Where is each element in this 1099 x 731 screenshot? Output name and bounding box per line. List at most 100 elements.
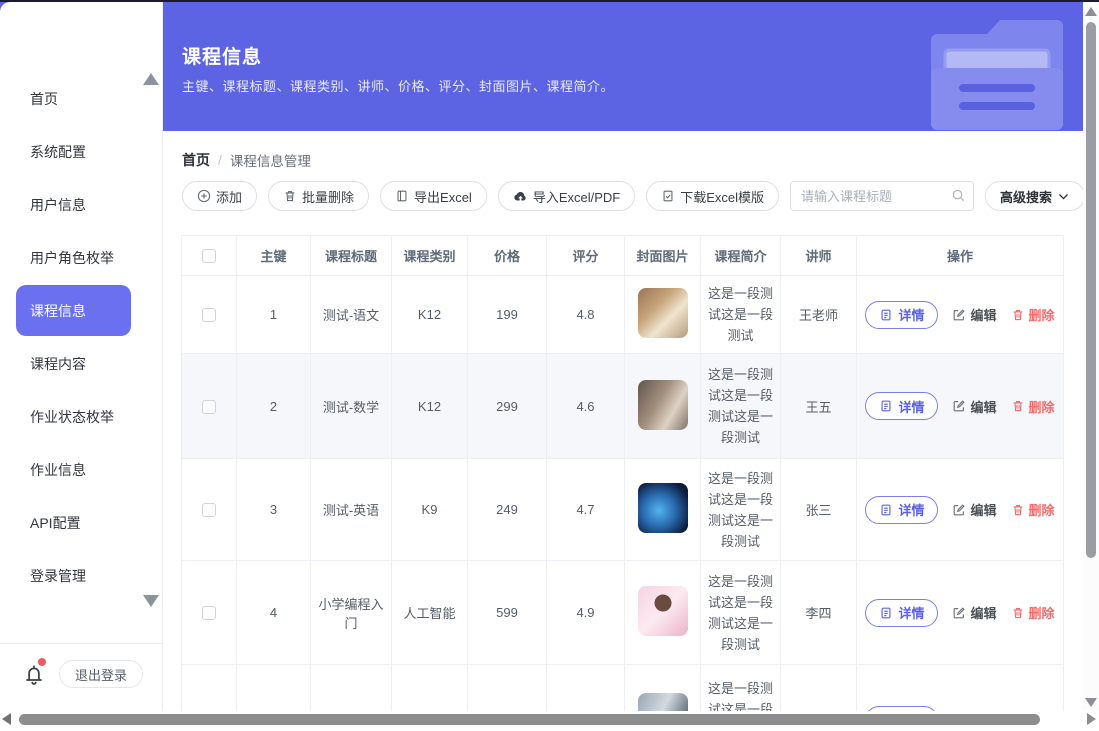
cell-title: 测试-数学	[311, 354, 392, 459]
cell-rating: 4.5	[547, 665, 625, 712]
cell-teacher: 王老师	[781, 276, 857, 354]
edit-button[interactable]: 编辑	[952, 603, 996, 622]
scroll-right-arrow-icon[interactable]	[1087, 713, 1096, 725]
trash-icon	[1011, 399, 1025, 413]
cell-price: 299	[468, 354, 547, 459]
delete-button[interactable]: 删除	[1011, 397, 1055, 416]
detail-button[interactable]: 详情	[865, 599, 938, 627]
main-content: 课程信息 主键、课程标题、课程类别、讲师、价格、评分、封面图片、课程简介。 首页…	[163, 2, 1083, 711]
vertical-scrollbar[interactable]	[1083, 2, 1099, 711]
sidebar: 首页 系统配置 用户信息 用户角色枚举 课程信息 课程内容 作业状态枚举 作业信…	[0, 2, 163, 711]
col-header-intro: 课程简介	[701, 236, 781, 276]
cell-price: 199	[468, 276, 547, 354]
doc-check-icon	[661, 189, 675, 203]
window-top-edge	[0, 0, 1099, 2]
search-input[interactable]	[790, 181, 974, 211]
detail-button[interactable]: 详情	[865, 301, 938, 329]
trash-icon	[1011, 606, 1025, 620]
col-header-cover: 封面图片	[625, 236, 701, 276]
edit-button[interactable]: 编辑	[952, 500, 996, 519]
detail-doc-icon	[879, 399, 893, 413]
sidebar-item-homework-status-enum[interactable]: 作业状态枚举	[0, 390, 162, 443]
delete-button[interactable]: 删除	[1011, 305, 1055, 324]
cell-id: 3	[237, 459, 311, 561]
cell-intro: 这是一段测试这是一段测试	[701, 276, 781, 354]
sidebar-item-system-config[interactable]: 系统配置	[0, 125, 162, 178]
edit-button[interactable]: 编辑	[952, 305, 996, 324]
cell-intro: 这是一段测试这是一段测试这是一段测试	[701, 665, 781, 712]
edit-pencil-icon	[952, 503, 966, 517]
cell-intro: 这是一段测试这是一段测试这是一段测试	[701, 459, 781, 561]
cell-teacher: 王五	[781, 354, 857, 459]
trash-icon	[1011, 503, 1025, 517]
sidebar-item-user-info[interactable]: 用户信息	[0, 178, 162, 231]
col-header-teacher: 讲师	[781, 236, 857, 276]
batch-delete-button[interactable]: 批量删除	[268, 181, 369, 211]
page-title: 课程信息	[182, 42, 262, 69]
plus-circle-icon	[197, 189, 211, 203]
cell-id: 2	[237, 354, 311, 459]
sidebar-item-login-management[interactable]: 登录管理	[0, 549, 162, 602]
cell-intro: 这是一段测试这是一段测试这是一段测试	[701, 354, 781, 459]
cell-price: 599	[468, 561, 547, 665]
detail-button[interactable]: 详情	[865, 392, 938, 420]
export-excel-button[interactable]: 导出Excel	[380, 181, 487, 211]
cell-category: K9	[392, 459, 468, 561]
page-subtitle: 主键、课程标题、课程类别、讲师、价格、评分、封面图片、课程简介。	[182, 76, 614, 95]
trash-icon	[1011, 308, 1025, 322]
sidebar-item-course-info[interactable]: 课程信息	[16, 285, 131, 336]
cell-id: 4	[237, 561, 311, 665]
delete-button[interactable]: 删除	[1011, 603, 1055, 622]
toolbar: 添加 批量删除 导出Excel 导入Excel/PDF 下载Excel模版 高级…	[182, 181, 1083, 211]
select-all-checkbox[interactable]	[202, 249, 216, 263]
cell-category: K12	[392, 276, 468, 354]
horizontal-scrollbar[interactable]	[0, 711, 1099, 727]
sidebar-item-course-content[interactable]: 课程内容	[0, 337, 162, 390]
download-template-button[interactable]: 下载Excel模版	[646, 181, 779, 211]
sidebar-item-home[interactable]: 首页	[0, 72, 162, 125]
cell-teacher: 王五	[781, 665, 857, 712]
edit-button[interactable]: 编辑	[952, 397, 996, 416]
notification-bell-icon[interactable]	[21, 660, 51, 690]
row-checkbox[interactable]	[202, 606, 216, 620]
vertical-scrollbar-thumb[interactable]	[1086, 22, 1096, 558]
row-checkbox[interactable]	[202, 503, 216, 517]
table-row: 1 测试-语文 K12 199 4.8 这是一段测试这是一段测试 王老师 详情 …	[182, 276, 1064, 354]
scroll-left-arrow-icon[interactable]	[2, 713, 11, 725]
trash-icon	[283, 189, 297, 203]
sidebar-item-user-role-enum[interactable]: 用户角色枚举	[0, 231, 162, 284]
col-header-title: 课程标题	[311, 236, 392, 276]
course-table: 主键 课程标题 课程类别 价格 评分 封面图片 课程简介 讲师 操作 1 测试-…	[181, 235, 1063, 711]
row-checkbox[interactable]	[202, 308, 216, 322]
col-header-category: 课程类别	[392, 236, 468, 276]
import-excel-pdf-button[interactable]: 导入Excel/PDF	[498, 181, 635, 211]
advanced-search-button[interactable]: 高级搜索	[985, 181, 1083, 211]
cell-title: 测试-政治	[311, 665, 392, 712]
breadcrumb-current: 课程信息管理	[230, 150, 311, 170]
logout-button[interactable]: 退出登录	[59, 660, 143, 688]
cell-category: K9	[392, 665, 468, 712]
breadcrumb-home-link[interactable]: 首页	[182, 150, 210, 170]
edit-pencil-icon	[952, 399, 966, 413]
col-header-price: 价格	[468, 236, 547, 276]
delete-button[interactable]: 删除	[1011, 500, 1055, 519]
horizontal-scrollbar-thumb[interactable]	[19, 714, 1040, 725]
notification-badge-dot	[38, 658, 46, 666]
row-checkbox[interactable]	[202, 400, 216, 414]
add-button[interactable]: 添加	[182, 181, 257, 211]
scroll-down-arrow-icon[interactable]	[1085, 698, 1097, 707]
sidebar-item-homework-info[interactable]: 作业信息	[0, 443, 162, 496]
sidebar-item-api-config[interactable]: API配置	[0, 496, 162, 549]
sidebar-divider	[0, 643, 162, 644]
table-row: 5 测试-政治 K9 350 4.5 这是一段测试这是一段测试这是一段测试 王五…	[182, 665, 1064, 712]
detail-button[interactable]: 详情	[865, 496, 938, 524]
cell-teacher: 张三	[781, 459, 857, 561]
edit-pencil-icon	[952, 606, 966, 620]
cloud-upload-icon	[513, 189, 528, 204]
scroll-up-arrow-icon[interactable]	[1085, 7, 1097, 16]
breadcrumb-separator: /	[218, 152, 222, 168]
cell-rating: 4.9	[547, 561, 625, 665]
cell-price: 249	[468, 459, 547, 561]
menu-scroll-down-icon[interactable]	[143, 595, 159, 607]
col-header-actions: 操作	[857, 236, 1064, 276]
